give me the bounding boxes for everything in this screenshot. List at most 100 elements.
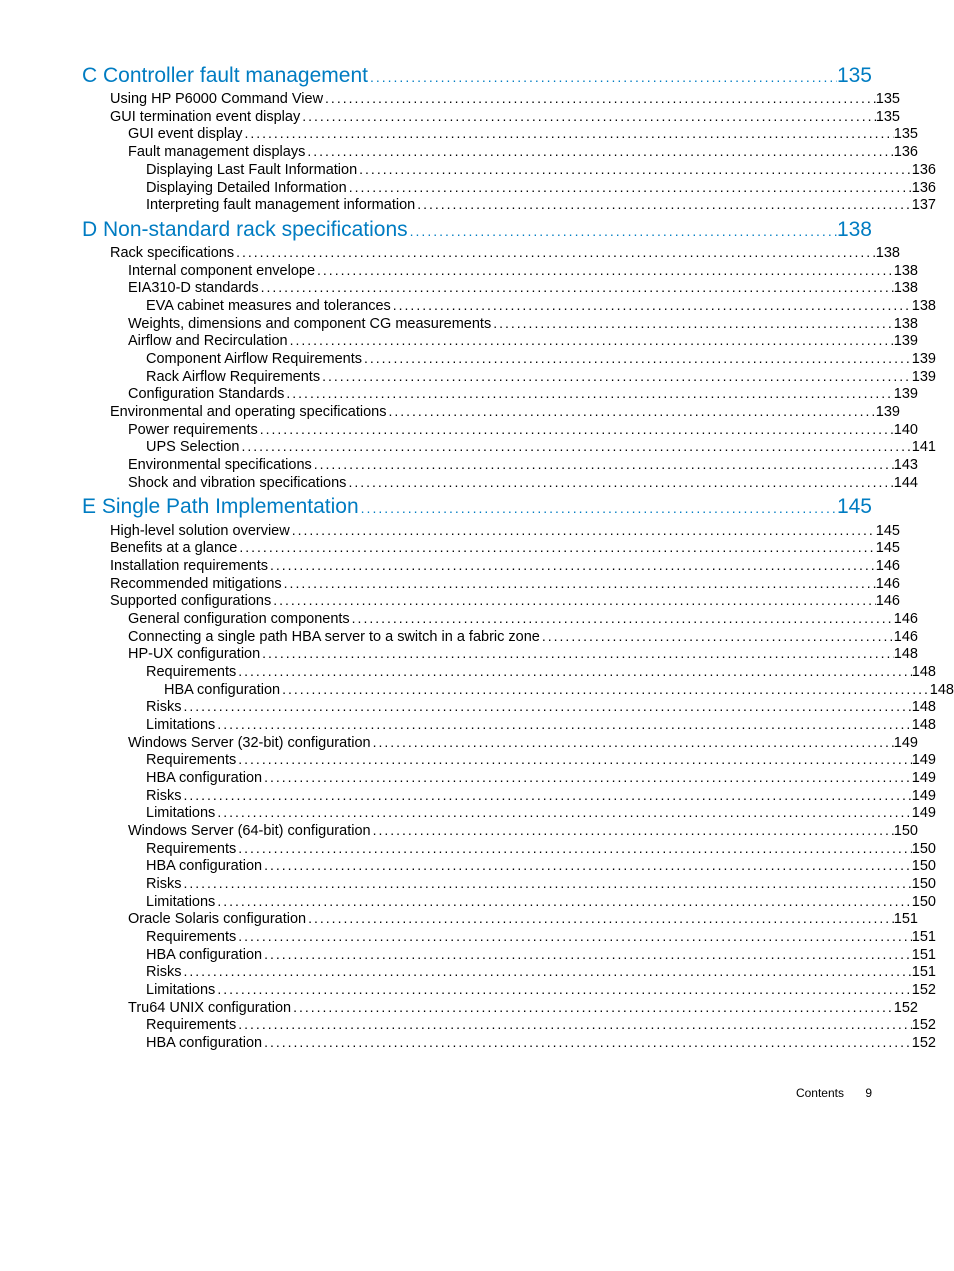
toc-entry[interactable]: Rack Airflow Requirements139: [146, 368, 936, 386]
toc-entry-title: Displaying Detailed Information: [146, 180, 347, 197]
toc-entry[interactable]: HBA configuration149: [146, 769, 936, 787]
toc-entry[interactable]: D Non-standard rack specifications138: [82, 218, 872, 242]
toc-entry[interactable]: Using HP P6000 Command View135: [110, 90, 900, 108]
toc-entry[interactable]: Environmental and operating specificatio…: [110, 403, 900, 421]
toc-entry[interactable]: Rack specifications138: [110, 244, 900, 262]
toc-entry[interactable]: Power requirements 140: [128, 421, 918, 439]
toc-entry[interactable]: E Single Path Implementation145: [82, 495, 872, 519]
toc-entry-title: Limitations: [146, 717, 215, 734]
toc-entry[interactable]: Shock and vibration specifications144: [128, 474, 918, 492]
toc-entry-page: 148: [894, 646, 918, 663]
toc-entry[interactable]: UPS Selection141: [146, 438, 936, 456]
toc-entry-title: Requirements: [146, 841, 236, 858]
toc-entry[interactable]: High-level solution overview145: [110, 522, 900, 540]
toc-entry-title: Tru64 UNIX configuration: [128, 1000, 291, 1017]
toc-entry-page: 139: [876, 404, 900, 421]
toc-entry[interactable]: Requirements148: [146, 663, 936, 681]
toc-entry[interactable]: General configuration components146: [128, 610, 918, 628]
toc-entry-title: Requirements: [146, 664, 236, 681]
toc-entry[interactable]: Limitations149: [146, 804, 936, 822]
toc-leader-dots: [236, 1016, 912, 1032]
toc-entry-title: Using HP P6000 Command View: [110, 91, 323, 108]
toc-leader-dots: [215, 981, 911, 997]
toc-entry[interactable]: EIA310-D standards138: [128, 279, 918, 297]
toc-leader-dots: [386, 403, 875, 419]
toc-entry-title: HBA configuration: [146, 947, 262, 964]
toc-leader-dots: [371, 734, 894, 750]
toc-entry[interactable]: GUI termination event display135: [110, 108, 900, 126]
toc-entry-page: 148: [912, 699, 936, 716]
toc-entry-page: 146: [894, 629, 918, 646]
toc-entry[interactable]: Internal component envelope138: [128, 262, 918, 280]
footer-page-number: 9: [865, 1086, 872, 1100]
toc-entry-page: 140: [894, 422, 918, 439]
toc-entry[interactable]: Requirements149: [146, 751, 936, 769]
toc-entry[interactable]: Configuration Standards139: [128, 385, 918, 403]
toc-entry-page: 150: [894, 823, 918, 840]
toc-entry[interactable]: Requirements152: [146, 1016, 936, 1034]
toc-entry-title: Displaying Last Fault Information: [146, 162, 357, 179]
toc-entry-page: 149: [912, 752, 936, 769]
toc-entry[interactable]: Weights, dimensions and component CG mea…: [128, 315, 918, 333]
toc-entry[interactable]: Connecting a single path HBA server to a…: [128, 628, 918, 646]
toc-entry[interactable]: Benefits at a glance145: [110, 539, 900, 557]
toc-entry[interactable]: Displaying Detailed Information136: [146, 179, 936, 197]
toc-entry[interactable]: Risks150: [146, 875, 936, 893]
toc-entry[interactable]: Windows Server (32-bit) configuration149: [128, 734, 918, 752]
toc-entry[interactable]: Component Airflow Requirements139: [146, 350, 936, 368]
toc-leader-dots: [290, 522, 876, 538]
toc-entry-title: General configuration components: [128, 611, 350, 628]
toc-entry-title: Environmental specifications: [128, 457, 312, 474]
toc-entry-page: 138: [837, 218, 872, 242]
toc-entry-page: 149: [912, 788, 936, 805]
toc-leader-dots: [491, 315, 894, 331]
toc-entry[interactable]: HBA configuration148: [164, 681, 954, 699]
toc-entry-title: Interpreting fault management informatio…: [146, 197, 415, 214]
toc-leader-dots: [306, 910, 894, 926]
toc-entry-title: Power requirements: [128, 422, 258, 439]
toc-entry-title: Requirements: [146, 1017, 236, 1034]
toc-entry[interactable]: Requirements151: [146, 928, 936, 946]
toc-entry[interactable]: C Controller fault management135: [82, 64, 872, 88]
toc-leader-dots: [347, 179, 912, 195]
toc-entry[interactable]: Displaying Last Fault Information136: [146, 161, 936, 179]
toc-entry-title: Rack Airflow Requirements: [146, 369, 320, 386]
toc-entry[interactable]: Risks151: [146, 963, 936, 981]
toc-entry[interactable]: Recommended mitigations146: [110, 575, 900, 593]
toc-entry[interactable]: Oracle Solaris configuration151: [128, 910, 918, 928]
toc-entry[interactable]: Tru64 UNIX configuration152: [128, 999, 918, 1017]
toc-entry[interactable]: Requirements150: [146, 840, 936, 858]
toc-entry[interactable]: Limitations152: [146, 981, 936, 999]
toc-leader-dots: [540, 628, 894, 644]
toc-entry-title: GUI event display: [128, 126, 242, 143]
toc-entry[interactable]: Airflow and Recirculation139: [128, 332, 918, 350]
toc-entry[interactable]: Installation requirements146: [110, 557, 900, 575]
toc-leader-dots: [391, 297, 912, 313]
toc-entry[interactable]: Windows Server (64-bit) configuration150: [128, 822, 918, 840]
toc-entry[interactable]: HBA configuration152: [146, 1034, 936, 1052]
toc-leader-dots: [288, 332, 894, 348]
toc-entry[interactable]: Risks148: [146, 698, 936, 716]
toc-entry-page: 150: [912, 894, 936, 911]
toc-entry[interactable]: Interpreting fault management informatio…: [146, 196, 936, 214]
toc-entry-title: Internal component envelope: [128, 263, 315, 280]
toc-entry[interactable]: Risks149: [146, 787, 936, 805]
toc-entry[interactable]: Supported configurations146: [110, 592, 900, 610]
toc-entry[interactable]: GUI event display135: [128, 125, 918, 143]
toc-entry[interactable]: Environmental specifications143: [128, 456, 918, 474]
toc-entry-title: E Single Path Implementation: [82, 495, 359, 519]
toc-entry[interactable]: Limitations148: [146, 716, 936, 734]
toc-leader-dots: [415, 196, 912, 212]
toc-entry-page: 141: [912, 439, 936, 456]
toc-entry[interactable]: HBA configuration151: [146, 946, 936, 964]
toc-entry-title: EVA cabinet measures and tolerances: [146, 298, 391, 315]
toc-leader-dots: [262, 857, 912, 873]
toc-entry[interactable]: Limitations 150: [146, 893, 936, 911]
toc-entry-title: Limitations: [146, 894, 215, 911]
toc-entry[interactable]: Fault management displays136: [128, 143, 918, 161]
toc-entry[interactable]: HBA configuration150: [146, 857, 936, 875]
toc-entry-page: 146: [876, 593, 900, 610]
toc-entry[interactable]: EVA cabinet measures and tolerances138: [146, 297, 936, 315]
toc-entry[interactable]: HP-UX configuration148: [128, 645, 918, 663]
toc-leader-dots: [181, 875, 911, 891]
